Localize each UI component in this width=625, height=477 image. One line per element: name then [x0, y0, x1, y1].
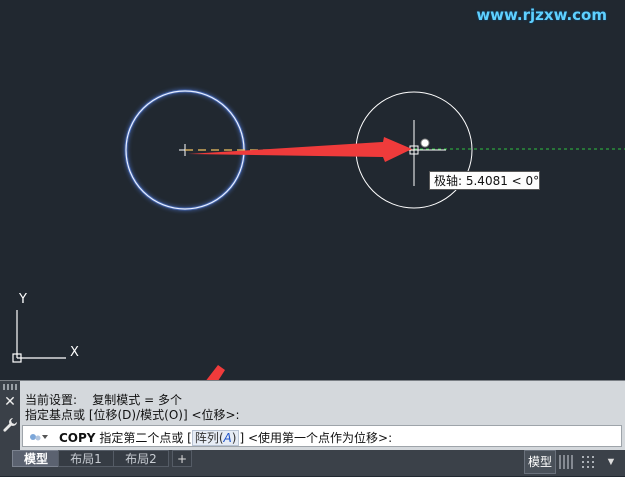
command-name: COPY — [59, 431, 96, 445]
layout-tab-bar: 模型 布局1 布局2 + 模型 ▼ — [0, 450, 625, 476]
wrench-icon[interactable] — [2, 417, 18, 433]
ucs-y-label: Y — [19, 292, 27, 307]
array-option-close: ) — [231, 431, 237, 445]
array-option-label: 阵列( — [194, 431, 224, 445]
tab-model[interactable]: 模型 — [12, 450, 60, 467]
polar-tooltip: 极轴: 5.4081 < 0° — [429, 171, 540, 190]
chevron-down-icon[interactable]: ▼ — [600, 452, 622, 472]
command-line-input[interactable]: COPY 指定第二个点或 [阵列(A)] <使用第一个点作为位移>: — [22, 425, 622, 447]
tab-layout2[interactable]: 布局2 — [113, 450, 169, 467]
grip-handle[interactable] — [3, 384, 17, 390]
drawing-canvas[interactable]: www.rjzxw.com Y X 极轴: 5.4081 < 0° — [0, 0, 625, 380]
prompt-text: 指定第二个点或 — [99, 431, 184, 445]
command-history-line: 指定基点或 [位移(D)/模式(O)] <位移>: — [25, 408, 240, 422]
command-dropdown-icon[interactable] — [28, 430, 48, 444]
ucs-x-label: X — [70, 345, 79, 360]
command-window-side-bar: ✕ — [0, 381, 20, 451]
site-watermark: www.rjzxw.com — [476, 6, 607, 24]
tab-layout1[interactable]: 布局1 — [58, 450, 114, 467]
command-window: ✕ 当前设置: 复制模式 = 多个 指定基点或 [位移(D)/模式(O)] <位… — [0, 380, 625, 451]
prompt-default-text: <使用第一个点作为位移>: — [247, 431, 393, 445]
model-space-button[interactable]: 模型 — [524, 450, 556, 474]
tracking-marker-icon — [420, 138, 430, 148]
add-layout-button[interactable]: + — [172, 450, 192, 467]
option-bracket-close: ] — [239, 431, 245, 445]
close-icon[interactable]: ✕ — [3, 394, 17, 408]
grid-icon[interactable] — [558, 452, 576, 472]
array-option[interactable]: 阵列(A) — [191, 430, 240, 446]
ucs-icon — [12, 310, 66, 363]
annotation-arrow-1 — [188, 137, 412, 162]
array-option-key: A — [223, 431, 232, 445]
command-prompt: COPY 指定第二个点或 [阵列(A)] <使用第一个点作为位移>: — [59, 429, 392, 446]
snap-icon[interactable] — [580, 452, 598, 472]
annotation-arrow-2 — [206, 365, 225, 380]
